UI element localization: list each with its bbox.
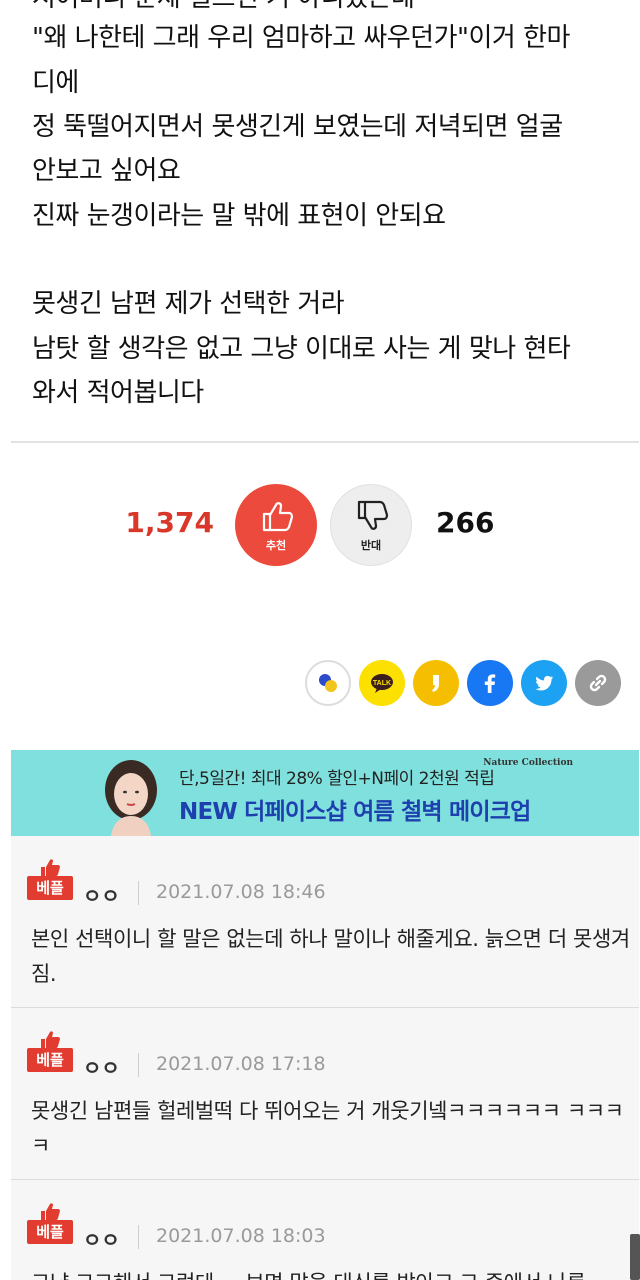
ad-banner[interactable]: Nature Collection 단,5일간! 최대 28% 할인+N페이 2…: [11, 750, 639, 836]
share-twitter-button[interactable]: [521, 660, 567, 706]
comment-separator: [138, 881, 139, 905]
comment-text: 못생긴 남편들 헐레벌떡 다 뛰어오는 거 개웃기넼ㅋㅋㅋㅋㅋㅋ ㅋㅋㅋㅋ: [31, 1099, 624, 1158]
kakaostory-icon: [432, 675, 439, 692]
best-badge-label: 베플: [27, 1220, 73, 1244]
ad-headline: 단,5일간! 최대 28% 할인+N페이 2천원 적립: [179, 769, 495, 789]
upvote-button[interactable]: 추천: [235, 484, 317, 566]
twitter-icon: [535, 675, 554, 691]
best-comment-badge: 베플: [27, 1030, 73, 1076]
model-photo-icon: [105, 760, 157, 836]
comment-author[interactable]: ㅇㅇ: [83, 1052, 120, 1081]
article-line: 안보고 싶어요: [32, 156, 181, 186]
facebook-icon: [484, 674, 496, 693]
share-kakaostory-button[interactable]: [413, 660, 459, 706]
kakaotalk-label: TALK: [373, 680, 391, 687]
article-body: 시어머니 문제 일으킨 거 아니었는데 "왜 나한테 그래 우리 엄마하고 싸우…: [0, 0, 640, 440]
comment-separator: [138, 1053, 139, 1077]
comment-date: 2021.07.08 18:46: [156, 881, 326, 903]
comment-text: 그냥 그그해서 그런데 ... 보면 말을 대신를 받아고 그 중에서 나름: [31, 1266, 631, 1280]
thumbs-up-icon: [41, 859, 60, 877]
article-line: 못생긴 남편 제가 선택한 거라: [32, 289, 345, 319]
comment-text: 본인 선택이니 할 말은 없는데 하나 말이나 해줄게요. 늙으면 더 못생겨짐…: [31, 927, 630, 986]
downvote-label: 반대: [360, 539, 382, 552]
article-line-partial: 시어머니 문제 일으킨 거 아니었는데: [32, 0, 415, 18]
share-kakaotalk-button[interactable]: TALK: [359, 660, 405, 706]
comment-separator: [138, 1225, 139, 1249]
article-line: 디에: [32, 68, 79, 98]
comment-date: 2021.07.08 18:03: [156, 1225, 326, 1247]
comment-author[interactable]: ㅇㅇ: [83, 880, 120, 909]
article-divider: [11, 441, 639, 443]
article-line: 진짜 눈갱이라는 말 밖에 표현이 안되요: [32, 201, 446, 231]
link-icon: [589, 674, 607, 692]
downvote-count: 266: [436, 506, 495, 539]
article-line: 남탓 할 생각은 없고 그냥 이대로 사는 게 맞나 현타: [32, 334, 571, 364]
article-line: "왜 나한테 그래 우리 엄마하고 싸우던가"이거 한마: [32, 23, 570, 53]
article-line: 와서 적어봅니다: [32, 378, 204, 408]
thumbs-down-icon: [357, 500, 389, 530]
best-comment-badge: 베플: [27, 858, 73, 904]
thumbs-up-icon: [41, 1031, 60, 1049]
kakaotalk-icon: TALK: [371, 674, 393, 693]
share-facebook-button[interactable]: [467, 660, 513, 706]
comment-author[interactable]: ㅇㅇ: [83, 1224, 120, 1253]
scrollbar[interactable]: [630, 1234, 640, 1280]
share-link-button[interactable]: [575, 660, 621, 706]
ad-brand-tag: Nature Collection: [483, 758, 573, 768]
band-icon: [319, 674, 337, 692]
comment-date: 2021.07.08 17:18: [156, 1053, 326, 1075]
vote-section: 1,374 추천 반대 266: [0, 478, 640, 574]
article-line: 정 뚝떨어지면서 못생긴게 보였는데 저녁되면 얼굴: [32, 112, 563, 142]
upvote-count: 1,374: [125, 506, 214, 539]
best-badge-label: 베플: [27, 1048, 73, 1072]
thumbs-up-icon: [262, 502, 294, 532]
share-band-button[interactable]: [305, 660, 351, 706]
comment-item: 베플 ㅇㅇ 2021.07.08 18:03 그냥 그그해서 그런데 ... 보…: [11, 1180, 639, 1280]
thumbs-up-icon: [41, 1203, 60, 1221]
best-comment-badge: 베플: [27, 1202, 73, 1248]
share-bar: TALK: [305, 660, 625, 708]
upvote-label: 추천: [265, 539, 287, 552]
ad-title: NEW 더페이스샵 여름 철벽 메이크업: [179, 799, 531, 825]
downvote-button[interactable]: 반대: [330, 484, 412, 566]
comment-item: 베플 ㅇㅇ 2021.07.08 17:18 못생긴 남편들 헐레벌떡 다 뛰어…: [11, 1008, 639, 1180]
comment-item: 베플 ㅇㅇ 2021.07.08 18:46 본인 선택이니 할 말은 없는데 …: [11, 836, 639, 1008]
best-badge-label: 베플: [27, 876, 73, 900]
comment-list: 베플 ㅇㅇ 2021.07.08 18:46 본인 선택이니 할 말은 없는데 …: [11, 836, 639, 1280]
